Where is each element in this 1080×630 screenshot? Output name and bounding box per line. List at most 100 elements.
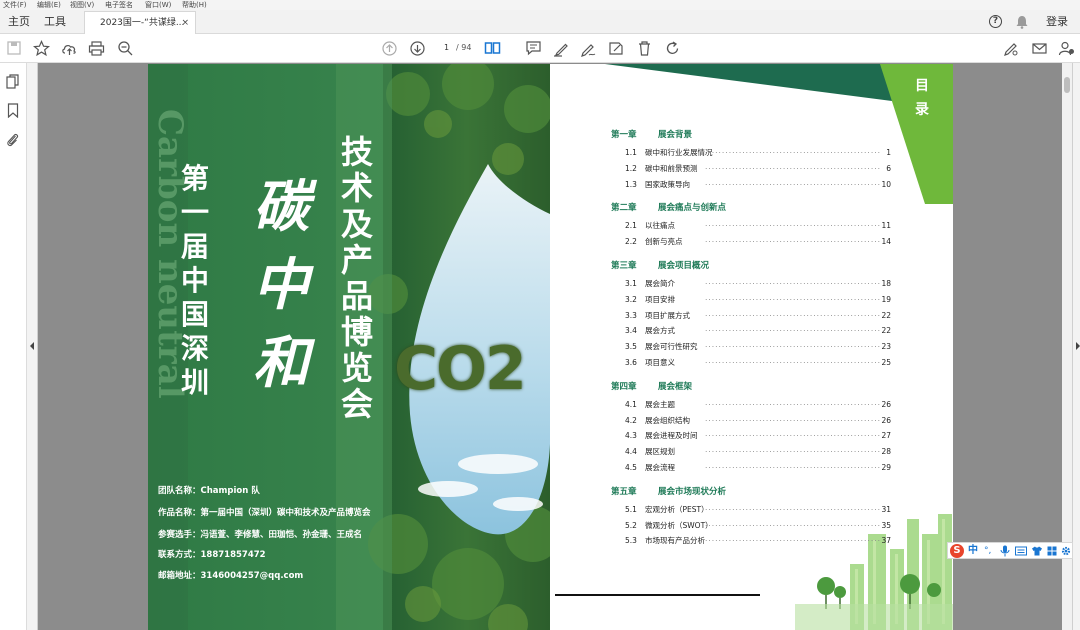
toc-leader-dots: ........................................… bbox=[705, 324, 881, 334]
menu-window[interactable]: 窗口(W) bbox=[145, 0, 171, 10]
toc-entry-title: 以往痛点 bbox=[645, 221, 675, 231]
menu-esign[interactable]: 电子签名 bbox=[105, 0, 133, 10]
toc-leader-dots: ........................................… bbox=[705, 502, 881, 512]
page-thumbnails-icon[interactable] bbox=[6, 74, 20, 89]
zoom-out-icon[interactable] bbox=[117, 40, 134, 57]
highlight-pen-icon[interactable] bbox=[553, 40, 570, 57]
attachments-icon[interactable] bbox=[6, 132, 19, 148]
ime-mode-toggle[interactable]: 中 bbox=[968, 544, 978, 558]
share-user-icon[interactable] bbox=[1058, 40, 1075, 57]
toc-entry[interactable]: 4.1 展会主题 26...............................… bbox=[625, 398, 891, 411]
toc-entry-title: 碳中和前景预测 bbox=[645, 163, 698, 173]
toc-entry-title: 项目安排 bbox=[645, 294, 675, 304]
toc-entry[interactable]: 4.5 展会流程 29...............................… bbox=[625, 461, 891, 474]
login-button[interactable]: 登录 bbox=[1046, 10, 1068, 34]
punctuation-icon[interactable]: °, bbox=[984, 544, 991, 558]
print-icon[interactable] bbox=[88, 40, 105, 57]
toc-entry[interactable]: 3.6 项目意义 25...............................… bbox=[625, 356, 891, 369]
tab-document-label: 2023国一-“共谋绿... bbox=[100, 18, 185, 28]
toc-entry[interactable]: 4.2 展会组织结构 26.............................… bbox=[625, 414, 891, 427]
current-page[interactable]: 1 bbox=[444, 43, 449, 52]
toc-leader-dots: ........................................… bbox=[705, 161, 881, 171]
toc-entry-page: 26 bbox=[881, 399, 891, 409]
tab-document[interactable]: 2023国一-“共谋绿... × bbox=[84, 11, 196, 34]
help-icon[interactable]: ? bbox=[989, 15, 1002, 28]
two-page-view-icon[interactable] bbox=[484, 40, 501, 57]
toc-entry-title: 项目扩展方式 bbox=[645, 310, 690, 320]
next-page-icon[interactable] bbox=[409, 40, 426, 57]
edit-text-icon[interactable] bbox=[608, 40, 625, 57]
toc-entry-title: 项目意义 bbox=[645, 358, 675, 367]
toc-leader-dots: ........................................… bbox=[705, 235, 881, 245]
toc-leader-dots: ........................................… bbox=[705, 340, 881, 350]
email-row: 邮箱地址：3146004257@qq.com bbox=[158, 569, 303, 581]
toc-entry[interactable]: 1.2 碳中和前景预测 6.............................… bbox=[625, 161, 891, 175]
rotate-icon[interactable] bbox=[664, 40, 681, 57]
toc-leader-dots: ........................................… bbox=[705, 461, 881, 470]
menu-file[interactable]: 文件(F) bbox=[3, 0, 27, 10]
toc-entry[interactable]: 2.2 创新与亮点 14..............................… bbox=[625, 235, 891, 248]
team-name-row: 团队名称：Champion 队 bbox=[158, 484, 260, 496]
toc-entry-page: 27 bbox=[881, 431, 891, 441]
toc-entry[interactable]: 3.2 项目安排 19...............................… bbox=[625, 292, 891, 306]
mail-icon[interactable] bbox=[1031, 40, 1048, 57]
toc-leader-dots: ........................................… bbox=[705, 292, 881, 302]
toc-entry[interactable]: 3.4 展会方式 22...............................… bbox=[625, 324, 891, 337]
fill-sign-icon[interactable] bbox=[1003, 40, 1020, 57]
toc-chapter[interactable]: 第四章 展会框架 bbox=[611, 380, 692, 392]
skin-shirt-icon[interactable] bbox=[1031, 546, 1043, 556]
toc-entry[interactable]: 1.1 碳中和行业发展情况 1...........................… bbox=[625, 146, 891, 159]
toc-entry[interactable]: 4.3 展会进程及时间 27............................… bbox=[625, 429, 891, 442]
tab-home[interactable]: 主页 bbox=[8, 10, 30, 34]
toc-entry[interactable]: 3.3 项目扩展方式 22.............................… bbox=[625, 309, 891, 322]
upload-cloud-icon[interactable] bbox=[61, 40, 78, 57]
toc-entry[interactable]: 1.3 国家政策导向 10.............................… bbox=[625, 178, 891, 191]
toc-entry-page: 22 bbox=[881, 326, 891, 336]
toc-entry[interactable]: 4.4 展区规划 28...............................… bbox=[625, 445, 891, 458]
toc-leader-dots: ........................................… bbox=[705, 356, 881, 365]
keyboard-icon[interactable] bbox=[1015, 546, 1027, 556]
scrollbar-thumb[interactable] bbox=[1064, 77, 1070, 93]
sogou-logo-icon[interactable]: S bbox=[950, 544, 964, 558]
toc-entry-page: 18 bbox=[881, 279, 891, 288]
toc-chapter[interactable]: 第二章 展会痛点与创新点 bbox=[611, 201, 726, 213]
cover-left-title: 第一届中国深圳 bbox=[180, 162, 209, 399]
toc-entry-page: 25 bbox=[881, 358, 891, 367]
microphone-icon[interactable] bbox=[1000, 545, 1010, 557]
comment-icon[interactable] bbox=[525, 40, 542, 57]
collapse-right-panel-handle[interactable] bbox=[1072, 63, 1080, 630]
save-icon[interactable] bbox=[6, 40, 23, 57]
cover-right-title: 技术及产品博览会 bbox=[340, 133, 373, 423]
toc-entry[interactable]: 2.1 以往痛点 11...............................… bbox=[625, 219, 891, 232]
toc-chapter[interactable]: 第五章 展会市场现状分析 bbox=[611, 485, 726, 497]
bell-icon[interactable] bbox=[1016, 15, 1028, 29]
toc-chapter[interactable]: 第三章 展会项目概况 bbox=[611, 259, 709, 271]
toc-entry[interactable]: 5.2 微观分析（SWOT） 35.........................… bbox=[625, 519, 891, 532]
contestants-row: 参赛选手：冯语萱、李修慧、田珈恺、孙金珊、王成名 bbox=[158, 528, 362, 540]
page-number-field[interactable]: 1 / 94 bbox=[436, 43, 476, 56]
bookmark-star-icon[interactable] bbox=[33, 40, 50, 57]
close-tab-button[interactable]: × bbox=[181, 12, 189, 34]
toc-entry[interactable]: 5.3 市场现有产品分析 37...........................… bbox=[625, 534, 891, 547]
toc-entry-page: 11 bbox=[881, 221, 891, 231]
sign-pen-icon[interactable] bbox=[580, 40, 597, 57]
delete-trash-icon[interactable] bbox=[636, 40, 653, 57]
tab-tools[interactable]: 工具 bbox=[44, 10, 66, 34]
work-name-label: 作品名称： bbox=[158, 508, 201, 518]
toolbox-grid-icon[interactable] bbox=[1047, 546, 1057, 556]
menu-view[interactable]: 视图(V) bbox=[70, 0, 94, 10]
toc-entry[interactable]: 5.1 宏观分析（PEST） 31.........................… bbox=[625, 502, 891, 516]
menu-edit[interactable]: 编辑(E) bbox=[37, 0, 61, 10]
toc-entry-page: 14 bbox=[881, 237, 891, 247]
previous-page-icon[interactable] bbox=[381, 40, 398, 57]
toc-chapter[interactable]: 第一章 展会背景 bbox=[611, 128, 692, 140]
collapse-left-panel-handle[interactable] bbox=[27, 63, 38, 630]
team-name-value: Champion 队 bbox=[200, 486, 260, 496]
toc-entry-number: 5.1 bbox=[625, 504, 637, 514]
bookmarks-icon[interactable] bbox=[7, 103, 19, 118]
settings-gear-icon[interactable] bbox=[1061, 546, 1071, 556]
toc-entry[interactable]: 3.1 展会简介 18...............................… bbox=[625, 277, 891, 290]
menu-help[interactable]: 帮助(H) bbox=[182, 0, 207, 10]
toc-entry[interactable]: 3.5 展会可行性研究 23............................… bbox=[625, 340, 891, 353]
toc-entry-page: 6 bbox=[886, 163, 891, 173]
